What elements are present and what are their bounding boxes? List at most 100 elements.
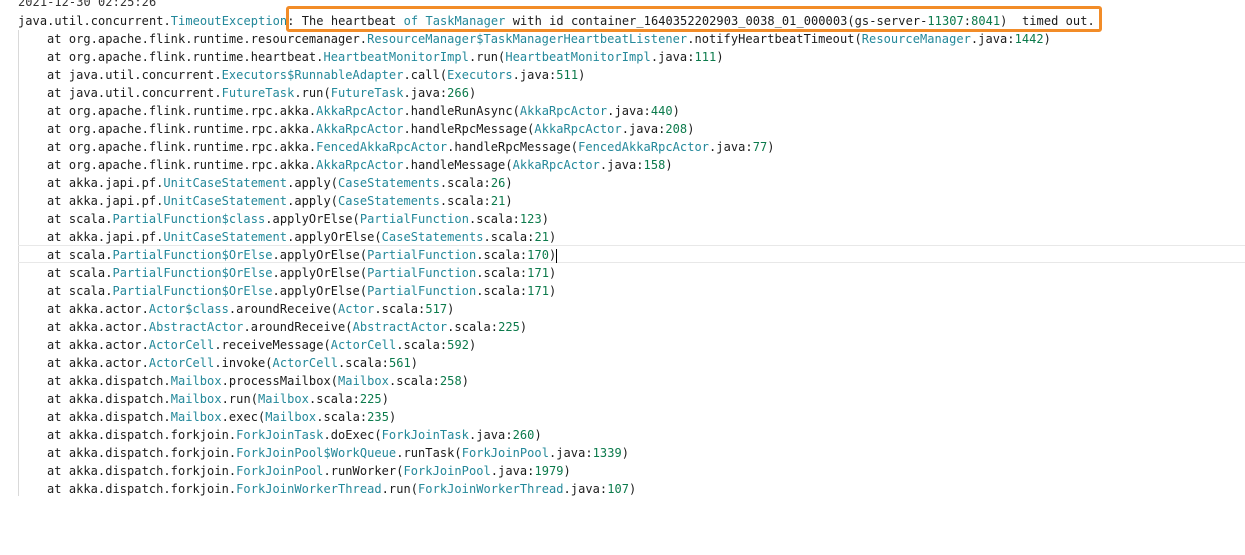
stack-frame-package: akka.dispatch. — [68, 392, 171, 406]
stack-frame[interactable]: at org.apache.flink.runtime.resourcemana… — [47, 30, 1051, 48]
stack-frame[interactable]: at scala.PartialFunction$OrElse.applyOrE… — [47, 264, 556, 282]
stack-frame-file: FencedAkkaRpcActor — [578, 140, 710, 154]
stack-frame-line-number: 258 — [439, 374, 462, 388]
stack-frame-line-number: 26 — [490, 176, 506, 190]
stack-frame-close-paren: ) — [410, 356, 419, 370]
stack-frame-package: akka.japi.pf. — [68, 176, 164, 190]
stack-frame-close-paren: ) — [549, 248, 557, 262]
stack-frame[interactable]: at org.apache.flink.runtime.rpc.akka.Fen… — [47, 138, 775, 156]
stack-frame-package: akka.dispatch. — [68, 410, 171, 424]
stack-frame[interactable]: at java.util.concurrent.FutureTask.run(F… — [47, 84, 476, 102]
stack-frame-line-number: 266 — [447, 86, 469, 100]
stack-frame-close-paren: ) — [621, 446, 630, 460]
stack-frame[interactable]: at akka.dispatch.forkjoin.ForkJoinPool.r… — [47, 462, 571, 480]
stack-frame-at: at — [47, 284, 69, 298]
stack-frame[interactable]: at akka.dispatch.Mailbox.processMailbox(… — [47, 372, 469, 390]
stack-frame[interactable]: at akka.dispatch.forkjoin.ForkJoinWorker… — [47, 480, 636, 498]
stack-frame[interactable]: at akka.actor.ActorCell.invoke(ActorCell… — [47, 354, 418, 372]
stack-frame-class: ForkJoinWorkerThread — [236, 482, 382, 496]
stack-frame-package: scala. — [68, 266, 113, 280]
stack-frame-method: .invoke( — [214, 356, 273, 370]
stack-frame-close-paren: ) — [468, 86, 477, 100]
stack-frame-at: at — [47, 464, 69, 478]
stack-frame-method: .call( — [403, 68, 448, 82]
stack-frame-package: akka.dispatch. — [68, 374, 171, 388]
stack-frame-line-number: 158 — [643, 158, 666, 172]
stack-frame-close-paren: ) — [549, 230, 557, 244]
stack-frame[interactable]: at org.apache.flink.runtime.rpc.akka.Akk… — [47, 102, 680, 120]
stack-frame-file: ForkJoinTask — [381, 428, 469, 442]
stack-frame-at: at — [47, 428, 69, 442]
stack-frame[interactable]: at akka.actor.ActorCell.receiveMessage(A… — [47, 336, 476, 354]
stack-frame-ext: .java: — [490, 464, 535, 478]
stack-frame-file: Actor — [338, 302, 375, 316]
stack-frame-file: PartialFunction — [359, 212, 469, 226]
stack-frame[interactable]: at scala.PartialFunction$OrElse.applyOrE… — [47, 246, 558, 264]
stack-frame-close-paren: ) — [447, 302, 455, 316]
stack-frame[interactable]: at org.apache.flink.runtime.rpc.akka.Akk… — [47, 156, 673, 174]
stack-frame-line-number: 123 — [519, 212, 542, 226]
stack-frame-ext: .java: — [607, 104, 651, 118]
stack-frame-file: ActorCell — [330, 338, 397, 352]
stack-frame-method: .handleRunAsync( — [403, 104, 520, 118]
stack-frame[interactable]: at akka.actor.Actor$class.aroundReceive(… — [47, 300, 454, 318]
stack-frame-file: ActorCell — [272, 356, 339, 370]
stack-frame-class: ResourceManager$TaskManagerHeartbeatList… — [367, 32, 688, 46]
stack-frame-ext: .java: — [468, 428, 513, 442]
stack-frame-file: Mailbox — [258, 392, 309, 406]
stack-frame-at: at — [47, 68, 69, 82]
stack-frame-class: FencedAkkaRpcActor — [316, 140, 448, 154]
stack-frame[interactable]: at scala.PartialFunction$OrElse.applyOrE… — [47, 282, 556, 300]
stack-frame-line-number: 107 — [607, 482, 630, 496]
stack-frame[interactable]: at scala.PartialFunction$class.applyOrEl… — [47, 210, 549, 228]
exception-class: TimeoutException — [170, 14, 288, 28]
stack-frame[interactable]: at org.apache.flink.runtime.heartbeat.He… — [47, 48, 724, 66]
stack-frame-file: FutureTask — [330, 86, 404, 100]
stack-frame-method: .run( — [381, 482, 419, 496]
stack-frame[interactable]: at akka.japi.pf.UnitCaseStatement.apply(… — [47, 192, 513, 210]
stack-frame-method: .handleMessage( — [403, 158, 513, 172]
stack-frame-close-paren: ) — [549, 266, 557, 280]
stack-frame-file: CaseStatements — [338, 176, 440, 190]
log-viewer[interactable]: 2021-12-30 02:25:26 java.util.concurrent… — [0, 0, 1245, 555]
stack-frame-close-paren: ) — [665, 158, 673, 172]
stack-frame-close-paren: ) — [381, 392, 389, 406]
stack-frame[interactable]: at akka.dispatch.Mailbox.exec(Mailbox.sc… — [47, 408, 396, 426]
stack-frame-file: Executors — [447, 68, 513, 82]
stack-frame-line-number: 561 — [388, 356, 411, 370]
stack-frame-method: .run( — [221, 392, 258, 406]
stack-frame-package: scala. — [68, 212, 113, 226]
stack-frame-file: PartialFunction — [367, 248, 477, 262]
stack-frame-package: akka.actor. — [68, 356, 149, 370]
stack-frame-file: CaseStatements — [381, 230, 484, 244]
stack-frame-file: ForkJoinPool — [403, 464, 491, 478]
stack-frame-at: at — [47, 446, 69, 460]
stack-frame-method: .applyOrElse( — [287, 230, 382, 244]
stack-frame-method: .applyOrElse( — [272, 248, 368, 262]
stack-frame[interactable]: at akka.japi.pf.UnitCaseStatement.applyO… — [47, 228, 556, 246]
stack-frame[interactable]: at org.apache.flink.runtime.rpc.akka.Akk… — [47, 120, 694, 138]
stack-frame-class: AkkaRpcActor — [316, 122, 404, 136]
stack-frame[interactable]: at akka.japi.pf.UnitCaseStatement.apply(… — [47, 174, 513, 192]
stack-frame[interactable]: at java.util.concurrent.Executors$Runnab… — [47, 66, 585, 84]
stack-frame-ext: .scala: — [338, 356, 389, 370]
stack-frame-close-paren: ) — [578, 68, 586, 82]
stack-frame-at: at — [47, 302, 69, 316]
stack-frame-package: java.util.concurrent. — [68, 86, 222, 100]
stack-frame[interactable]: at akka.dispatch.forkjoin.ForkJoinTask.d… — [47, 426, 542, 444]
stack-frame-ext: .scala: — [308, 392, 360, 406]
stack-frame-ext: .java: — [970, 32, 1015, 46]
stack-frame-class: ForkJoinPool — [236, 464, 324, 478]
stack-frame[interactable]: at akka.actor.AbstractActor.aroundReceiv… — [47, 318, 527, 336]
stack-frame-at: at — [47, 122, 69, 136]
stack-frame-close-paren: ) — [563, 464, 571, 478]
stack-frame-class: AkkaRpcActor — [316, 158, 404, 172]
stack-frame-class: PartialFunction$class — [112, 212, 266, 226]
stack-frame-method: .doExec( — [323, 428, 382, 442]
stack-frame-ext: .java: — [621, 122, 666, 136]
stack-frame[interactable]: at akka.dispatch.Mailbox.run(Mailbox.sca… — [47, 390, 389, 408]
stack-frame-method: .applyOrElse( — [265, 212, 360, 226]
stack-frame[interactable]: at akka.dispatch.forkjoin.ForkJoinPool$W… — [47, 444, 629, 462]
stack-frame-class: PartialFunction$OrElse — [112, 266, 273, 280]
stack-frame-line-number: 440 — [650, 104, 673, 118]
